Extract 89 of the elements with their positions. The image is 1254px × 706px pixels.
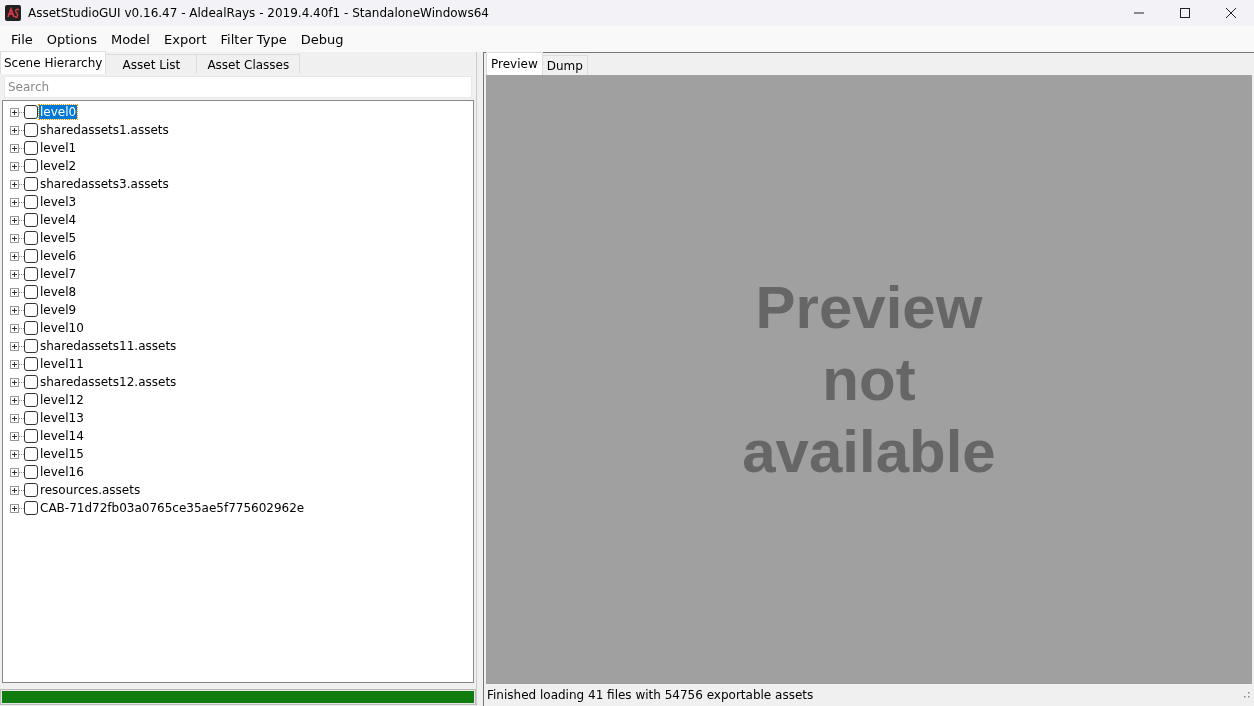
expander-icon[interactable]	[10, 395, 19, 405]
checkbox[interactable]	[24, 159, 38, 173]
preview-message: available	[742, 416, 996, 487]
tree-item[interactable]: level15	[39, 447, 85, 461]
tree-item[interactable]: level5	[39, 231, 78, 245]
tree-item[interactable]: level12	[39, 393, 85, 407]
tree-item[interactable]: level4	[39, 213, 78, 227]
window-title: AssetStudioGUI v0.16.47 - AldealRays - 2019.4.40f1 - StandaloneWindows64	[28, 6, 490, 20]
expander-icon[interactable]	[10, 251, 19, 261]
tree-item[interactable]: sharedassets3.assets	[39, 177, 170, 191]
expander-icon[interactable]	[10, 161, 19, 171]
expander-icon[interactable]	[10, 467, 19, 477]
expander-icon[interactable]	[10, 449, 19, 459]
checkbox[interactable]	[24, 249, 38, 263]
expander-icon[interactable]	[10, 179, 19, 189]
tree-item[interactable]: CAB-71d72fb03a0765ce35ae5f775602962e	[39, 501, 306, 515]
checkbox[interactable]	[24, 429, 38, 443]
search-field[interactable]: Search	[4, 76, 472, 98]
expander-icon[interactable]	[10, 143, 19, 153]
expander-icon[interactable]	[10, 485, 19, 495]
tab[interactable]: Scene Hierarchy	[0, 51, 107, 74]
menu-item[interactable]: Options	[39, 31, 104, 47]
tree-item[interactable]: level10	[39, 321, 85, 335]
expander-icon[interactable]	[10, 125, 19, 135]
checkbox[interactable]	[24, 177, 38, 191]
menu-item[interactable]: File	[4, 31, 40, 47]
checkbox[interactable]	[24, 267, 38, 281]
checkbox[interactable]	[24, 375, 38, 389]
checkbox[interactable]	[24, 339, 38, 353]
expander-icon[interactable]	[10, 305, 19, 315]
checkbox[interactable]	[24, 231, 38, 245]
menu-item[interactable]: Filter Type	[213, 31, 294, 47]
checkbox[interactable]	[24, 141, 38, 155]
expander-icon[interactable]	[10, 359, 19, 369]
checkbox[interactable]	[24, 321, 38, 335]
tree-item[interactable]: level9	[39, 303, 78, 317]
resize-grip-icon[interactable]	[1244, 692, 1250, 698]
tab[interactable]: Asset Classes	[196, 54, 301, 74]
tree-item[interactable]: level0	[39, 105, 78, 119]
checkbox[interactable]	[24, 195, 38, 209]
tree-item[interactable]: level13	[39, 411, 85, 425]
checkbox[interactable]	[24, 105, 38, 119]
tree-item[interactable]: level6	[39, 249, 78, 263]
tree-item[interactable]: resources.assets	[39, 483, 142, 497]
menu-item[interactable]: Debug	[293, 31, 351, 47]
checkbox[interactable]	[24, 303, 38, 317]
expander-icon[interactable]	[10, 323, 19, 333]
expander-icon[interactable]	[10, 287, 19, 297]
checkbox[interactable]	[24, 393, 38, 407]
expander-icon[interactable]	[10, 377, 19, 387]
app-logo-icon	[5, 5, 21, 21]
checkbox[interactable]	[24, 123, 38, 137]
status-text: Finished loading 41 files with 54756 exportable assets	[487, 688, 814, 702]
tree-item[interactable]: level14	[39, 429, 85, 443]
tree-item[interactable]: level3	[39, 195, 78, 209]
expander-icon[interactable]	[10, 215, 19, 225]
tree-item[interactable]: level1	[39, 141, 78, 155]
tree-item[interactable]: level8	[39, 285, 78, 299]
tree-item[interactable]: sharedassets11.assets	[39, 339, 178, 353]
maximize-icon	[1179, 7, 1191, 19]
tree-item[interactable]: level7	[39, 267, 78, 281]
checkbox[interactable]	[24, 501, 38, 515]
expander-icon[interactable]	[10, 341, 19, 351]
expander-icon[interactable]	[10, 503, 19, 513]
checkbox[interactable]	[24, 411, 38, 425]
tree-item[interactable]: sharedassets12.assets	[39, 375, 178, 389]
checkbox[interactable]	[24, 447, 38, 461]
tree-item[interactable]: sharedassets1.assets	[39, 123, 170, 137]
checkbox[interactable]	[24, 465, 38, 479]
expander-icon[interactable]	[10, 431, 19, 441]
expander-icon[interactable]	[10, 197, 19, 207]
close-icon	[1225, 7, 1237, 19]
preview-message: Preview	[755, 272, 983, 343]
tab[interactable]: Preview	[486, 52, 543, 75]
preview-message: not	[822, 344, 916, 415]
tab[interactable]: Dump	[541, 55, 588, 75]
menu-item[interactable]: Model	[103, 31, 157, 47]
checkbox[interactable]	[24, 285, 38, 299]
menu-item[interactable]: Export	[157, 31, 214, 47]
expander-icon[interactable]	[10, 269, 19, 279]
tree-item[interactable]: level2	[39, 159, 78, 173]
expander-icon[interactable]	[10, 413, 19, 423]
tree-item[interactable]: level11	[39, 357, 85, 371]
expander-icon[interactable]	[10, 233, 19, 243]
checkbox[interactable]	[24, 483, 38, 497]
tree-item[interactable]: level16	[39, 465, 85, 479]
checkbox[interactable]	[24, 213, 38, 227]
expander-icon[interactable]	[10, 107, 19, 117]
checkbox[interactable]	[24, 357, 38, 371]
